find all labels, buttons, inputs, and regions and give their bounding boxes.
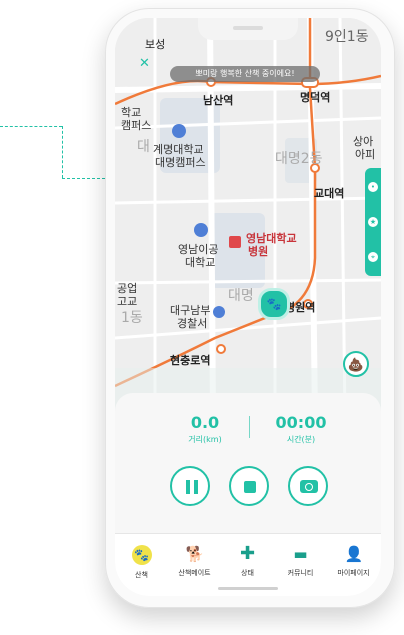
location-pin-icon[interactable]: ⌖ xyxy=(368,252,378,262)
phone-screen: 보성 9인1동 ✕ 뽀미랑 행복한 산책 중이에요! 남산역 명덕역 교대역 병… xyxy=(115,18,381,596)
nav-label-walk-mate: 산책메이트 xyxy=(178,569,211,577)
map-label-police-1: 대구남부 xyxy=(170,304,211,317)
nav-label-walk: 산책 xyxy=(135,571,148,579)
close-icon[interactable]: ✕ xyxy=(139,56,150,71)
connector-line-vertical xyxy=(62,126,63,178)
nav-item-community[interactable]: ▬ 커뮤니티 xyxy=(274,544,327,578)
time-value: 00:00 xyxy=(275,413,327,432)
station-label-myeongdeok: 명덕역 xyxy=(300,91,331,104)
map-label-yeongnam-it-1: 영남이공 xyxy=(178,243,219,256)
distance-value: 0.0 xyxy=(190,413,220,432)
map-label-police-2: 경찰서 xyxy=(177,317,208,330)
map-label-1dong: 1동 xyxy=(121,310,143,326)
stats-divider xyxy=(249,416,250,438)
map-label-campus: 캠퍼스 xyxy=(121,119,152,132)
person-icon: 👤 xyxy=(344,545,364,563)
map-side-toolbar: • ★ ⌖ xyxy=(365,168,381,276)
nav-item-status[interactable]: ✚ 상태 xyxy=(221,544,274,578)
chat-icon: ▬ xyxy=(293,545,308,563)
station-label-namsan: 남산역 xyxy=(203,94,234,107)
map-label-sanga-1: 상아 xyxy=(353,135,374,148)
map-label-sanga-2: 아피 xyxy=(355,148,376,161)
nav-item-walk-mate[interactable]: 🐕 산책메이트 xyxy=(168,544,221,578)
bottom-nav: 🐾 산책 🐕 산책메이트 ✚ 상태 ▬ 커뮤니티 👤 마이페이지 xyxy=(115,533,381,596)
walk-status-banner: 뽀미랑 행복한 산책 중이에요! xyxy=(170,66,320,82)
camera-icon xyxy=(300,480,318,493)
nav-item-walk[interactable]: 🐾 산책 xyxy=(115,544,168,580)
nav-label-community: 커뮤니티 xyxy=(287,569,314,577)
paw-icon: 🐾 xyxy=(266,297,282,311)
user-location-marker: 🐾 xyxy=(258,288,290,320)
station-label-hyeonchungro: 현충로역 xyxy=(170,354,211,367)
pause-button[interactable] xyxy=(170,466,210,506)
stop-button[interactable] xyxy=(229,466,269,506)
map-label-yu-hospital-2: 병원 xyxy=(248,245,269,258)
phone-notch xyxy=(198,18,298,40)
map-label-yu-hospital-1: 영남대학교 xyxy=(246,232,297,245)
walk-control-panel: 0.0 거리(km) 00:00 시간(분) xyxy=(115,393,381,533)
map-label-keimyung-big: 대 xyxy=(137,139,150,155)
pause-icon xyxy=(185,480,199,494)
nav-label-status: 상태 xyxy=(241,569,254,577)
nav-item-mypage[interactable]: 👤 마이페이지 xyxy=(327,544,380,578)
map-label-left-edge-1: 공업 xyxy=(117,282,138,295)
map-label-daemyeong2: 대명2동 xyxy=(275,151,323,167)
camera-button[interactable] xyxy=(288,466,328,506)
map-label-school: 학교 xyxy=(121,106,142,119)
poop-icon: 💩 xyxy=(347,358,365,373)
time-label: 시간(분) xyxy=(286,435,316,444)
paw-icon: 🐾 xyxy=(131,545,152,565)
station-label-gyodae: 교대역 xyxy=(314,187,345,200)
home-indicator xyxy=(218,587,278,590)
medical-cross-icon: ✚ xyxy=(239,543,256,564)
connector-line-top xyxy=(0,126,62,127)
map-label-keimyung-1: 계명대학교 xyxy=(153,143,204,156)
map-label-top-right: 9인1동 xyxy=(325,29,369,45)
nav-label-mypage: 마이페이지 xyxy=(337,569,370,577)
map-label-yeongnam-it-2: 대학교 xyxy=(185,256,216,269)
walk-map[interactable]: 보성 9인1동 ✕ 뽀미랑 행복한 산책 중이에요! 남산역 명덕역 교대역 병… xyxy=(115,18,381,418)
dog-icon: 🐕 xyxy=(185,545,205,563)
star-icon[interactable]: ★ xyxy=(368,217,378,227)
poop-record-button[interactable]: 💩 xyxy=(343,351,369,377)
map-label-top-left: 보성 xyxy=(145,38,166,51)
map-label-keimyung-2: 대명캠퍼스 xyxy=(155,156,206,169)
map-label-daemyeong-faint: 대명 xyxy=(228,288,254,304)
stop-icon xyxy=(244,481,256,493)
distance-label: 거리(km) xyxy=(188,435,222,444)
toolbar-info-icon[interactable]: • xyxy=(368,182,378,192)
map-label-left-edge-2: 고교 xyxy=(117,295,138,308)
